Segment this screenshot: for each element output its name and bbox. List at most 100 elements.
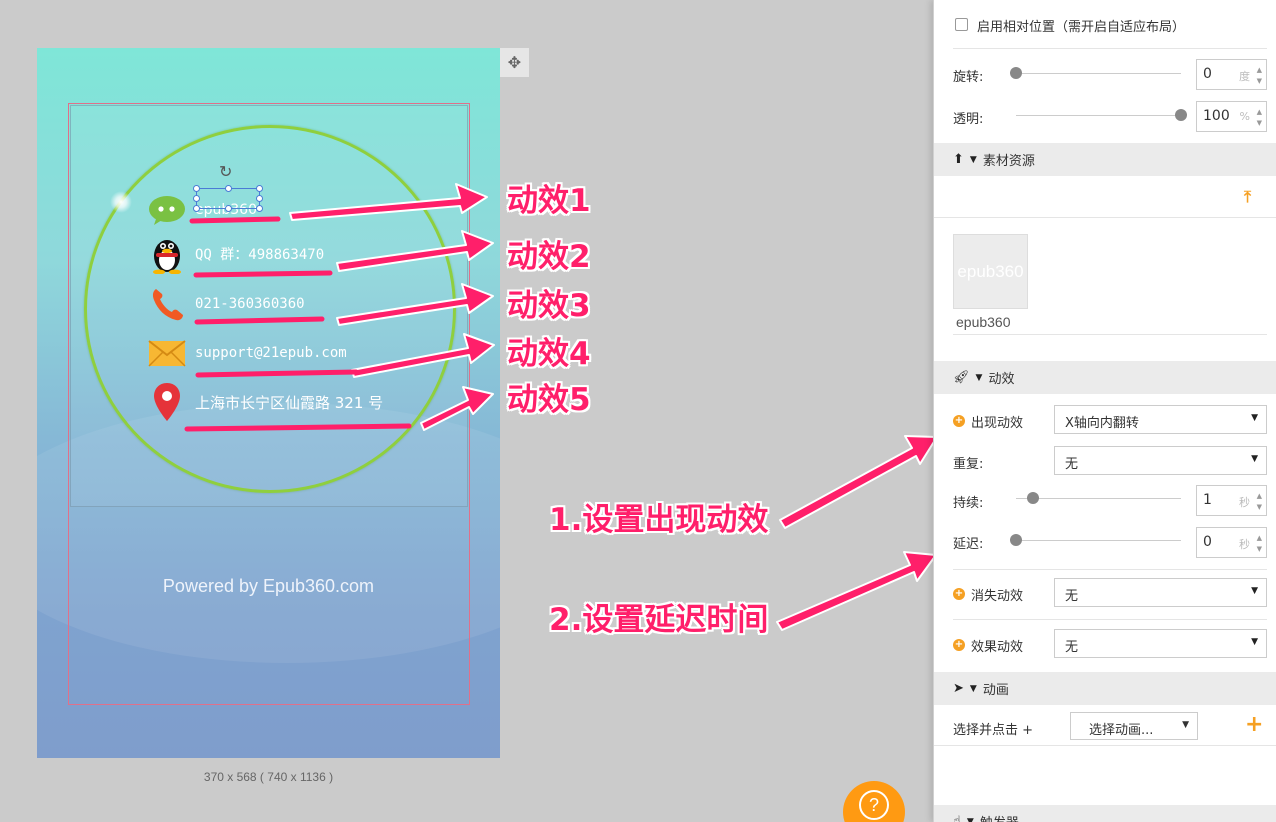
caret-down-icon: ▼ [1251, 454, 1258, 464]
rotate-unit: 度 [1239, 70, 1250, 83]
contact-text[interactable]: 上海市长宁区仙霞路 321 号 [195, 392, 383, 413]
powered-by-text[interactable]: Powered by Epub360.com [37, 576, 500, 597]
rotate-input[interactable]: 0 度 ▲ ▼ [1196, 59, 1267, 90]
appear-effect-select[interactable]: X轴向内翻转 ▼ [1054, 405, 1267, 434]
effect-label-2: 动效2 [507, 239, 591, 275]
asset-thumbnail-text: epub360 [957, 261, 1024, 281]
divider [953, 569, 1267, 570]
effect-effect-value: 无 [1065, 640, 1079, 655]
select-click-label: 选择并点击 + [953, 723, 1034, 738]
animation-section-title: 动画 [982, 683, 1009, 698]
trigger-section-header[interactable]: ☝ ▼ 触发器 [934, 805, 1276, 822]
resize-handle[interactable] [225, 205, 232, 212]
rotate-slider-knob[interactable] [1010, 67, 1022, 79]
spin-down-icon[interactable]: ▼ [1257, 503, 1262, 511]
spin-up-icon[interactable]: ▲ [1257, 108, 1262, 116]
paper-plane-icon: ➤ [953, 681, 964, 696]
repeat-select[interactable]: 无 ▼ [1054, 446, 1267, 475]
duration-label: 持续: [953, 496, 984, 511]
duration-input[interactable]: 1 秒 ▲ ▼ [1196, 485, 1267, 516]
upload-icon: ⬆ [953, 152, 964, 167]
effect-effect-select[interactable]: 无 ▼ [1054, 629, 1267, 658]
help-button[interactable]: ? [843, 781, 905, 822]
add-circle-icon[interactable]: + [953, 639, 965, 651]
divider [934, 217, 1276, 218]
contact-text[interactable]: 021-360360360 [195, 296, 305, 312]
wechat-icon [147, 190, 187, 230]
delay-slider-knob[interactable] [1010, 534, 1022, 546]
opacity-label: 透明: [953, 112, 984, 127]
rotate-value[interactable]: 0 [1203, 66, 1212, 82]
resize-handle[interactable] [256, 205, 263, 212]
rotate-handle-icon[interactable]: ↻ [219, 162, 232, 181]
resize-handle[interactable] [225, 185, 232, 192]
resize-handle[interactable] [193, 205, 200, 212]
move-handle-icon[interactable]: ✥ [500, 48, 529, 77]
delay-value[interactable]: 0 [1203, 534, 1212, 550]
step2-annotation: 2.设置延迟时间 [549, 602, 769, 638]
spin-up-icon[interactable]: ▲ [1257, 534, 1262, 542]
opacity-slider-knob[interactable] [1175, 109, 1187, 121]
contact-row-address[interactable]: 上海市长宁区仙霞路 321 号 [147, 382, 383, 422]
effects-section-title: 动效 [988, 372, 1015, 387]
delay-slider[interactable] [1016, 540, 1181, 541]
duration-slider[interactable] [1016, 498, 1181, 499]
assets-section-header[interactable]: ⬆ ▼ 素材资源 [934, 143, 1276, 176]
disappear-effect-select[interactable]: 无 ▼ [1054, 578, 1267, 607]
caret-down-icon: ▼ [969, 683, 977, 694]
relative-position-checkbox[interactable] [955, 18, 968, 31]
delay-input[interactable]: 0 秒 ▲ ▼ [1196, 527, 1267, 558]
contact-text[interactable]: support@21epub.com [195, 345, 347, 361]
add-circle-icon[interactable]: + [953, 415, 965, 427]
delay-unit: 秒 [1239, 538, 1250, 551]
resize-handle[interactable] [256, 195, 263, 202]
resize-handle[interactable] [193, 195, 200, 202]
envelope-icon [147, 333, 187, 373]
animation-select[interactable]: 选择动画... ▼ [1070, 712, 1198, 740]
duration-value[interactable]: 1 [1203, 492, 1212, 508]
caret-down-icon: ▼ [1182, 720, 1189, 730]
repeat-label: 重复: [953, 457, 984, 472]
contact-text[interactable]: QQ 群：498863470 [195, 244, 324, 264]
add-circle-icon[interactable]: + [953, 588, 965, 600]
contact-row-qq[interactable]: QQ 群：498863470 [147, 234, 324, 274]
contact-row-phone[interactable]: 021-360360360 [147, 284, 305, 324]
asset-thumbnail[interactable]: epub360 [953, 234, 1028, 309]
effects-section-header[interactable]: 🚀︎ ▼ 动效 [934, 361, 1276, 394]
effect-label-4: 动效4 [507, 336, 591, 372]
qq-penguin-icon [147, 234, 187, 274]
assets-section-title: 素材资源 [982, 154, 1035, 169]
rotate-slider[interactable] [1016, 73, 1181, 74]
add-animation-icon[interactable]: + [1245, 714, 1263, 736]
animation-section-header[interactable]: ➤ ▼ 动画 [934, 672, 1276, 705]
divider [934, 745, 1276, 746]
caret-down-icon: ▼ [1251, 413, 1258, 423]
opacity-value[interactable]: 100 [1203, 108, 1230, 124]
caret-down-icon: ▼ [1251, 586, 1258, 596]
opacity-unit: % [1239, 110, 1250, 123]
spin-down-icon[interactable]: ▼ [1257, 119, 1262, 127]
relative-position-row[interactable]: 启用相对位置（需开启自适应布局） [934, 12, 1276, 40]
contact-row-email[interactable]: support@21epub.com [147, 333, 347, 373]
selection-box[interactable] [193, 185, 263, 212]
spin-up-icon[interactable]: ▲ [1257, 66, 1262, 74]
duration-slider-knob[interactable] [1026, 492, 1039, 504]
opacity-slider[interactable] [1016, 115, 1181, 116]
opacity-input[interactable]: 100 % ▲ ▼ [1196, 101, 1267, 132]
divider [953, 619, 1267, 620]
step1-annotation: 1.设置出现动效 [549, 502, 769, 538]
design-canvas[interactable]: epub360 QQ 群：498863470 021-360360360 sup… [37, 48, 500, 758]
trigger-section-title: 触发器 [980, 812, 1019, 822]
resize-handle[interactable] [193, 185, 200, 192]
spin-down-icon[interactable]: ▼ [1257, 545, 1262, 553]
upload-asset-icon[interactable]: ⤒ [1244, 187, 1251, 207]
spin-down-icon[interactable]: ▼ [1257, 77, 1262, 85]
divider [953, 48, 1267, 49]
delay-label: 延迟: [953, 537, 984, 552]
effect-effect-label: 效果动效 [971, 640, 1024, 655]
duration-unit: 秒 [1239, 496, 1250, 509]
spin-up-icon[interactable]: ▲ [1257, 492, 1262, 500]
effect-label-1: 动效1 [507, 183, 591, 219]
resize-handle[interactable] [256, 185, 263, 192]
relative-position-label: 启用相对位置（需开启自适应布局） [977, 20, 1186, 35]
